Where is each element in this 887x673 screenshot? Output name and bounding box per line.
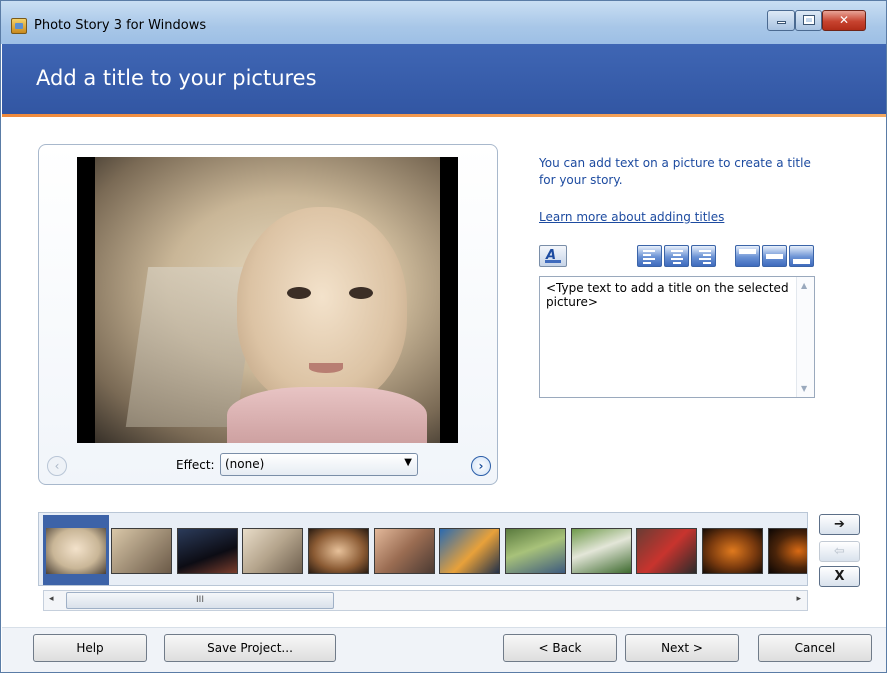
minimize-button[interactable] [767, 10, 795, 31]
page-banner: Add a title to your pictures [2, 44, 886, 114]
previous-picture-button[interactable]: ‹ [47, 456, 67, 476]
filmstrip-thumbnail[interactable] [111, 528, 172, 574]
filmstrip-thumbnail[interactable] [177, 528, 238, 574]
align-left-icon [643, 250, 657, 266]
chevron-right-icon: › [478, 459, 484, 473]
chevron-left-icon: ‹ [54, 459, 60, 473]
position-top-icon [739, 249, 756, 254]
scroll-down-icon: ▼ [801, 384, 808, 393]
scrollbar-thumb[interactable]: III [66, 592, 334, 609]
photo-story-window: Photo Story 3 for Windows ✕ Add a title … [0, 0, 887, 673]
chevron-down-icon: ▼ [404, 457, 412, 468]
align-center-button[interactable] [664, 245, 689, 267]
effect-selected-value: (none) [225, 457, 265, 471]
position-middle-icon [766, 254, 783, 259]
close-button[interactable]: ✕ [822, 10, 866, 31]
title-bar: Photo Story 3 for Windows ✕ [1, 1, 886, 44]
align-left-button[interactable] [637, 245, 662, 267]
next-button[interactable]: Next > [625, 634, 739, 662]
filmstrip-thumbnail[interactable] [636, 528, 697, 574]
app-icon [11, 18, 27, 34]
learn-more-link[interactable]: Learn more about adding titles [539, 210, 724, 224]
save-project-button[interactable]: Save Project... [164, 634, 336, 662]
scroll-left-icon[interactable]: ◂ [49, 594, 54, 604]
filmstrip-thumbnail[interactable] [242, 528, 303, 574]
window-title: Photo Story 3 for Windows [34, 18, 207, 33]
instruction-text: You can add text on a picture to create … [539, 156, 811, 187]
scrollbar-grip: III [196, 595, 204, 605]
scroll-right-icon[interactable]: ▸ [796, 594, 801, 604]
selected-picture-preview [77, 157, 458, 443]
help-button[interactable]: Help [33, 634, 147, 662]
filmstrip-thumbnail[interactable] [308, 528, 369, 574]
align-right-icon [697, 250, 711, 266]
title-text-box: <Type text to add a title on the selecte… [539, 276, 815, 398]
filmstrip-thumbnail[interactable] [374, 528, 435, 574]
filmstrip-scrollbar[interactable]: ◂ III ▸ [43, 590, 808, 611]
filmstrip [38, 512, 808, 586]
filmstrip-thumbnail[interactable] [439, 528, 500, 574]
minimize-icon [776, 21, 786, 24]
move-picture-left-button[interactable]: ⇦ [819, 541, 860, 562]
move-picture-right-button[interactable]: ➔ [819, 514, 860, 535]
title-text-scrollbar[interactable]: ▲ ▼ [796, 277, 814, 397]
filmstrip-thumbnail[interactable] [768, 528, 807, 574]
filmstrip-thumbnail[interactable] [702, 528, 763, 574]
align-center-icon [670, 250, 684, 266]
filmstrip-thumbnail[interactable] [43, 515, 109, 585]
filmstrip-thumbnail[interactable] [505, 528, 566, 574]
align-right-button[interactable] [691, 245, 716, 267]
position-top-button[interactable] [735, 245, 760, 267]
maximize-button[interactable] [795, 10, 822, 31]
position-bottom-button[interactable] [789, 245, 814, 267]
cancel-button[interactable]: Cancel [758, 634, 872, 662]
effect-dropdown[interactable]: (none) ▼ [220, 453, 418, 476]
delete-icon: X [834, 569, 845, 584]
page-title: Add a title to your pictures [36, 66, 317, 90]
filmstrip-thumbnail[interactable] [571, 528, 632, 574]
remove-picture-button[interactable]: X [819, 566, 860, 587]
next-picture-button[interactable]: › [471, 456, 491, 476]
scroll-up-icon: ▲ [801, 281, 808, 290]
position-middle-button[interactable] [762, 245, 787, 267]
position-bottom-icon [793, 259, 810, 264]
back-button[interactable]: < Back [503, 634, 617, 662]
maximize-icon [802, 15, 815, 25]
close-icon: ✕ [838, 13, 850, 27]
effect-label: Effect: [176, 458, 215, 472]
select-font-button[interactable]: A [539, 245, 567, 267]
title-text-input[interactable]: <Type text to add a title on the selecte… [540, 277, 797, 397]
arrow-left-icon: ⇦ [834, 544, 845, 559]
arrow-right-icon: ➔ [834, 517, 845, 532]
